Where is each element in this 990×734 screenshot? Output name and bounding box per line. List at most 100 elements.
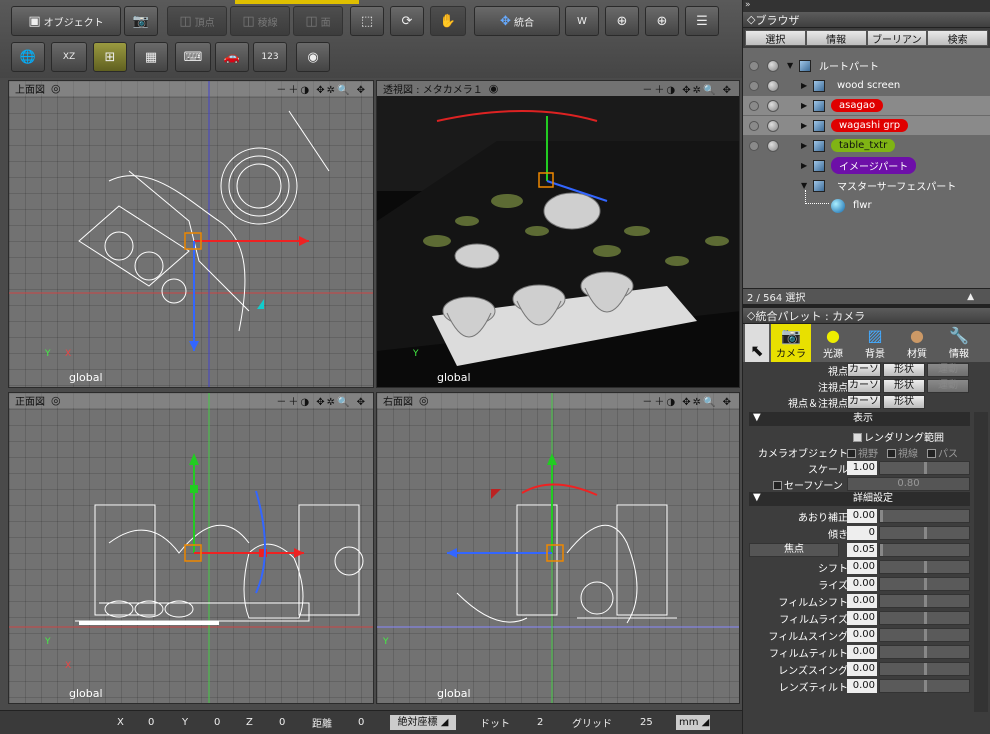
render-toggle-icon[interactable] bbox=[767, 59, 779, 72]
tree-item-table-txtr[interactable]: ▶ table_txtr bbox=[743, 136, 990, 155]
lens-swing-value[interactable]: 0.00 bbox=[847, 662, 877, 676]
film-swing-value[interactable]: 0.00 bbox=[847, 628, 877, 642]
top-viewport[interactable]: 上面図 ◎ －＋◑ ✥✲🔍 ✥ Y X global bbox=[8, 80, 374, 388]
film-shift-value[interactable]: 0.00 bbox=[847, 594, 877, 608]
expand-arrow-icon[interactable]: ▼ bbox=[801, 181, 807, 190]
tab-info[interactable]: 🔧 情報 bbox=[939, 324, 979, 362]
tab-material[interactable]: ● 材質 bbox=[897, 324, 937, 362]
film-rise-slider[interactable] bbox=[879, 611, 970, 625]
distance-value[interactable]: 0 bbox=[358, 717, 364, 728]
coord-mode-select[interactable]: 絶対座標 ◢ bbox=[390, 715, 456, 730]
expand-arrow-icon[interactable]: ▶ bbox=[801, 81, 807, 90]
tree-item-image-part[interactable]: ▶ イメージパート bbox=[743, 156, 990, 175]
viewpoint-move-button[interactable]: 運動 bbox=[927, 363, 969, 377]
visibility-icon[interactable] bbox=[749, 140, 759, 151]
tree-item-root[interactable]: ▼ ルートパート bbox=[743, 56, 990, 75]
vertex-mode-button[interactable]: ◫ 頂点 bbox=[167, 6, 227, 36]
film-tilt-slider[interactable] bbox=[879, 645, 970, 659]
tree-item-flwr[interactable]: flwr bbox=[743, 190, 990, 215]
four-view-button[interactable]: ⊞ bbox=[93, 42, 127, 72]
tree-item-wagashi-grp[interactable]: ▶ wagashi grp bbox=[743, 116, 990, 135]
scroll-up-icon[interactable]: ▲ bbox=[967, 292, 974, 302]
expand-arrow-icon[interactable]: ▶ bbox=[801, 121, 807, 130]
display-section-header[interactable]: ▼ 表示 bbox=[749, 412, 970, 426]
rise-slider[interactable] bbox=[879, 577, 970, 591]
layout-button[interactable]: ☰ bbox=[685, 6, 719, 36]
visibility-icon[interactable] bbox=[749, 120, 759, 131]
tree-item-wood-screen[interactable]: ▶ wood screen bbox=[743, 76, 990, 95]
tab-camera[interactable]: 📷 カメラ bbox=[771, 324, 811, 362]
render-range-row[interactable]: レンダリング範囲 bbox=[743, 428, 990, 444]
target-cursor-button[interactable]: カーソ bbox=[847, 379, 881, 393]
expand-arrow-icon[interactable]: ▶ bbox=[801, 161, 807, 170]
x-value[interactable]: 0 bbox=[148, 717, 154, 728]
tree-item-asagao[interactable]: ▶ asagao bbox=[743, 96, 990, 115]
visibility-icon[interactable] bbox=[749, 60, 759, 71]
film-shift-slider[interactable] bbox=[879, 594, 970, 608]
view-line-checkbox[interactable]: 視線 bbox=[887, 445, 918, 460]
numeric-button[interactable]: 123 bbox=[253, 42, 287, 72]
dot-value[interactable]: 2 bbox=[537, 717, 543, 728]
perspective-viewport[interactable]: 透視図 : メタカメラ１ ◉ －＋◑ ✥✲🔍 ✥ Y global bbox=[376, 80, 740, 388]
render-button[interactable]: ◉ bbox=[296, 42, 330, 72]
tab-select[interactable]: 選択 bbox=[745, 30, 806, 46]
visibility-icon[interactable] bbox=[749, 100, 759, 111]
object-mode-button[interactable]: ▣ オブジェクト bbox=[11, 6, 121, 36]
lean-value[interactable]: 0 bbox=[847, 526, 877, 540]
coordinate-mode-label[interactable]: global bbox=[437, 687, 471, 700]
visibility-icon[interactable] bbox=[749, 80, 759, 91]
scale-slider[interactable] bbox=[879, 461, 970, 475]
film-swing-slider[interactable] bbox=[879, 628, 970, 642]
tab-background[interactable]: ▨ 背景 bbox=[855, 324, 895, 362]
expand-arrow-icon[interactable]: ▶ bbox=[801, 141, 807, 150]
render-toggle-icon[interactable] bbox=[767, 139, 779, 152]
xz-plane-button[interactable]: XZ bbox=[51, 42, 87, 72]
tilt-slider[interactable] bbox=[879, 509, 970, 523]
transform-tool-button[interactable]: ✋ bbox=[430, 6, 466, 36]
y-value[interactable]: 0 bbox=[214, 717, 220, 728]
unit-select[interactable]: mm ◢ bbox=[676, 715, 710, 730]
viewpoint-cursor-button[interactable]: カーソ bbox=[847, 363, 881, 377]
globe-button[interactable]: 🌐 bbox=[11, 42, 45, 72]
focus-button[interactable]: 焦点 bbox=[749, 543, 839, 557]
lock-button[interactable]: ⬉ bbox=[745, 324, 769, 362]
tab-light[interactable]: ● 光源 bbox=[813, 324, 853, 362]
render-toggle-icon[interactable] bbox=[767, 99, 779, 112]
focus-slider[interactable] bbox=[879, 543, 970, 557]
viewpoint-shape-button[interactable]: 形状 bbox=[883, 363, 925, 377]
render-toggle-icon[interactable] bbox=[767, 79, 779, 92]
rise-value[interactable]: 0.00 bbox=[847, 577, 877, 591]
both-shape-button[interactable]: 形状 bbox=[883, 395, 925, 409]
palette-header[interactable]: ◇ 統合パレット : カメラ bbox=[743, 308, 990, 324]
expand-arrow-icon[interactable]: ▶ bbox=[801, 101, 807, 110]
camera-button[interactable]: 📷 bbox=[124, 6, 158, 36]
center-button[interactable]: ⊕ bbox=[645, 6, 679, 36]
coordinate-mode-label[interactable]: global bbox=[69, 371, 103, 384]
panel-collapse[interactable]: » bbox=[743, 0, 990, 12]
view-field-checkbox[interactable]: 視野 bbox=[847, 445, 878, 460]
render-range-checkbox[interactable]: レンダリング範囲 bbox=[853, 429, 944, 444]
lens-tilt-value[interactable]: 0.00 bbox=[847, 679, 877, 693]
safezone-slider[interactable]: 0.80 bbox=[847, 477, 970, 491]
tree-item-master-surface[interactable]: ▼ マスターサーフェスパート bbox=[743, 176, 990, 195]
car-button[interactable]: 🚗 bbox=[215, 42, 249, 72]
front-viewport[interactable]: 正面図 ◎ －＋◑ ✥✲🔍 ✥ Y X global bbox=[8, 392, 374, 704]
target-button[interactable]: ⊕ bbox=[605, 6, 639, 36]
wxyz-button[interactable]: W bbox=[565, 6, 599, 36]
film-rise-value[interactable]: 0.00 bbox=[847, 611, 877, 625]
target-move-button[interactable]: 運動 bbox=[927, 379, 969, 393]
lens-tilt-slider[interactable] bbox=[879, 679, 970, 693]
browser-header[interactable]: ◇ ブラウザ bbox=[743, 12, 990, 28]
render-toggle-icon[interactable] bbox=[767, 119, 779, 132]
safezone-checkbox[interactable]: セーフゾーン bbox=[773, 477, 843, 492]
z-value[interactable]: 0 bbox=[279, 717, 285, 728]
edge-mode-button[interactable]: ◫ 稜線 bbox=[230, 6, 290, 36]
detail-section-header[interactable]: ▼ 詳細設定 bbox=[749, 492, 970, 506]
shift-slider[interactable] bbox=[879, 560, 970, 574]
palette-scrollbar[interactable] bbox=[974, 412, 988, 712]
target-shape-button[interactable]: 形状 bbox=[883, 379, 925, 393]
right-viewport[interactable]: 右面図 ◎ －＋◑ ✥✲🔍 ✥ Y global bbox=[376, 392, 740, 704]
rect-select-button[interactable]: ⬚ bbox=[350, 6, 384, 36]
tab-info[interactable]: 情報 bbox=[805, 30, 867, 46]
coordinate-mode-label[interactable]: global bbox=[69, 687, 103, 700]
